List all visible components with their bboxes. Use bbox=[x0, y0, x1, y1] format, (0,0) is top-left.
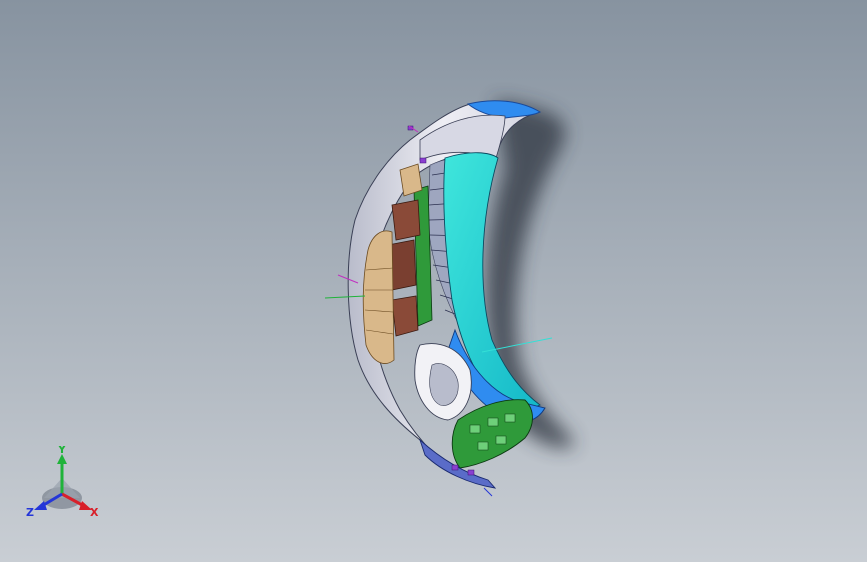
x-axis-label: X bbox=[90, 506, 99, 519]
y-axis-label: Y bbox=[57, 446, 67, 456]
coordinate-triad: Y X Z bbox=[26, 446, 99, 519]
cad-viewport[interactable]: Y X Z bbox=[0, 0, 867, 562]
z-axis-label: Z bbox=[26, 506, 34, 519]
brown-bracket-lower[interactable] bbox=[391, 295, 419, 337]
tan-absorber[interactable] bbox=[362, 230, 395, 364]
bumper-model-3d[interactable] bbox=[0, 0, 867, 562]
tan-bracket-small[interactable] bbox=[399, 163, 423, 197]
brown-bracket-upper[interactable] bbox=[391, 199, 421, 241]
lower-green-bracket[interactable] bbox=[451, 399, 533, 469]
